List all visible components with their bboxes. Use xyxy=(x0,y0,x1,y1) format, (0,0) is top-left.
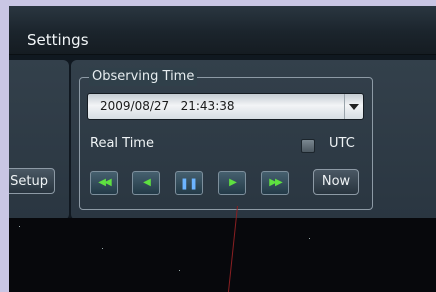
fast-forward-button[interactable]: ▶▶ xyxy=(261,171,289,195)
fast-rewind-icon: ◀◀ xyxy=(98,177,111,188)
fast-forward-icon: ▶▶ xyxy=(269,177,282,188)
play-button[interactable]: ▶ xyxy=(218,171,246,195)
chevron-down-icon[interactable] xyxy=(344,94,363,119)
observing-time-panel: Observing Time 2009/08/27 21:43:38 Real … xyxy=(71,60,436,220)
observing-time-group: Observing Time 2009/08/27 21:43:38 Real … xyxy=(79,68,373,210)
observing-time-legend: Observing Time xyxy=(89,68,198,86)
window-title: Settings xyxy=(27,31,89,49)
utc-label: UTC xyxy=(329,136,355,151)
pause-icon: ❚❚ xyxy=(179,176,199,190)
sky-view[interactable] xyxy=(9,218,436,292)
play-icon: ▶ xyxy=(229,177,237,188)
setup-button[interactable]: Setup xyxy=(9,168,55,194)
pause-button[interactable]: ❚❚ xyxy=(175,171,203,195)
now-button[interactable]: Now xyxy=(313,169,359,195)
real-time-label: Real Time xyxy=(90,136,154,151)
rewind-button[interactable]: ◀ xyxy=(132,171,160,195)
utc-checkbox[interactable] xyxy=(301,139,315,153)
datetime-dropdown[interactable]: 2009/08/27 21:43:38 xyxy=(87,93,364,120)
fast-rewind-button[interactable]: ◀◀ xyxy=(90,171,118,195)
title-bar: Settings xyxy=(9,6,436,55)
app-window: Settings Setup Observing Time 2009/08/27… xyxy=(9,6,436,292)
left-panel: Setup xyxy=(9,60,69,220)
star xyxy=(179,270,180,271)
star xyxy=(309,238,310,239)
rewind-icon: ◀ xyxy=(143,177,151,188)
star xyxy=(19,226,20,227)
datetime-value: 2009/08/27 21:43:38 xyxy=(100,99,235,113)
star xyxy=(102,248,103,249)
